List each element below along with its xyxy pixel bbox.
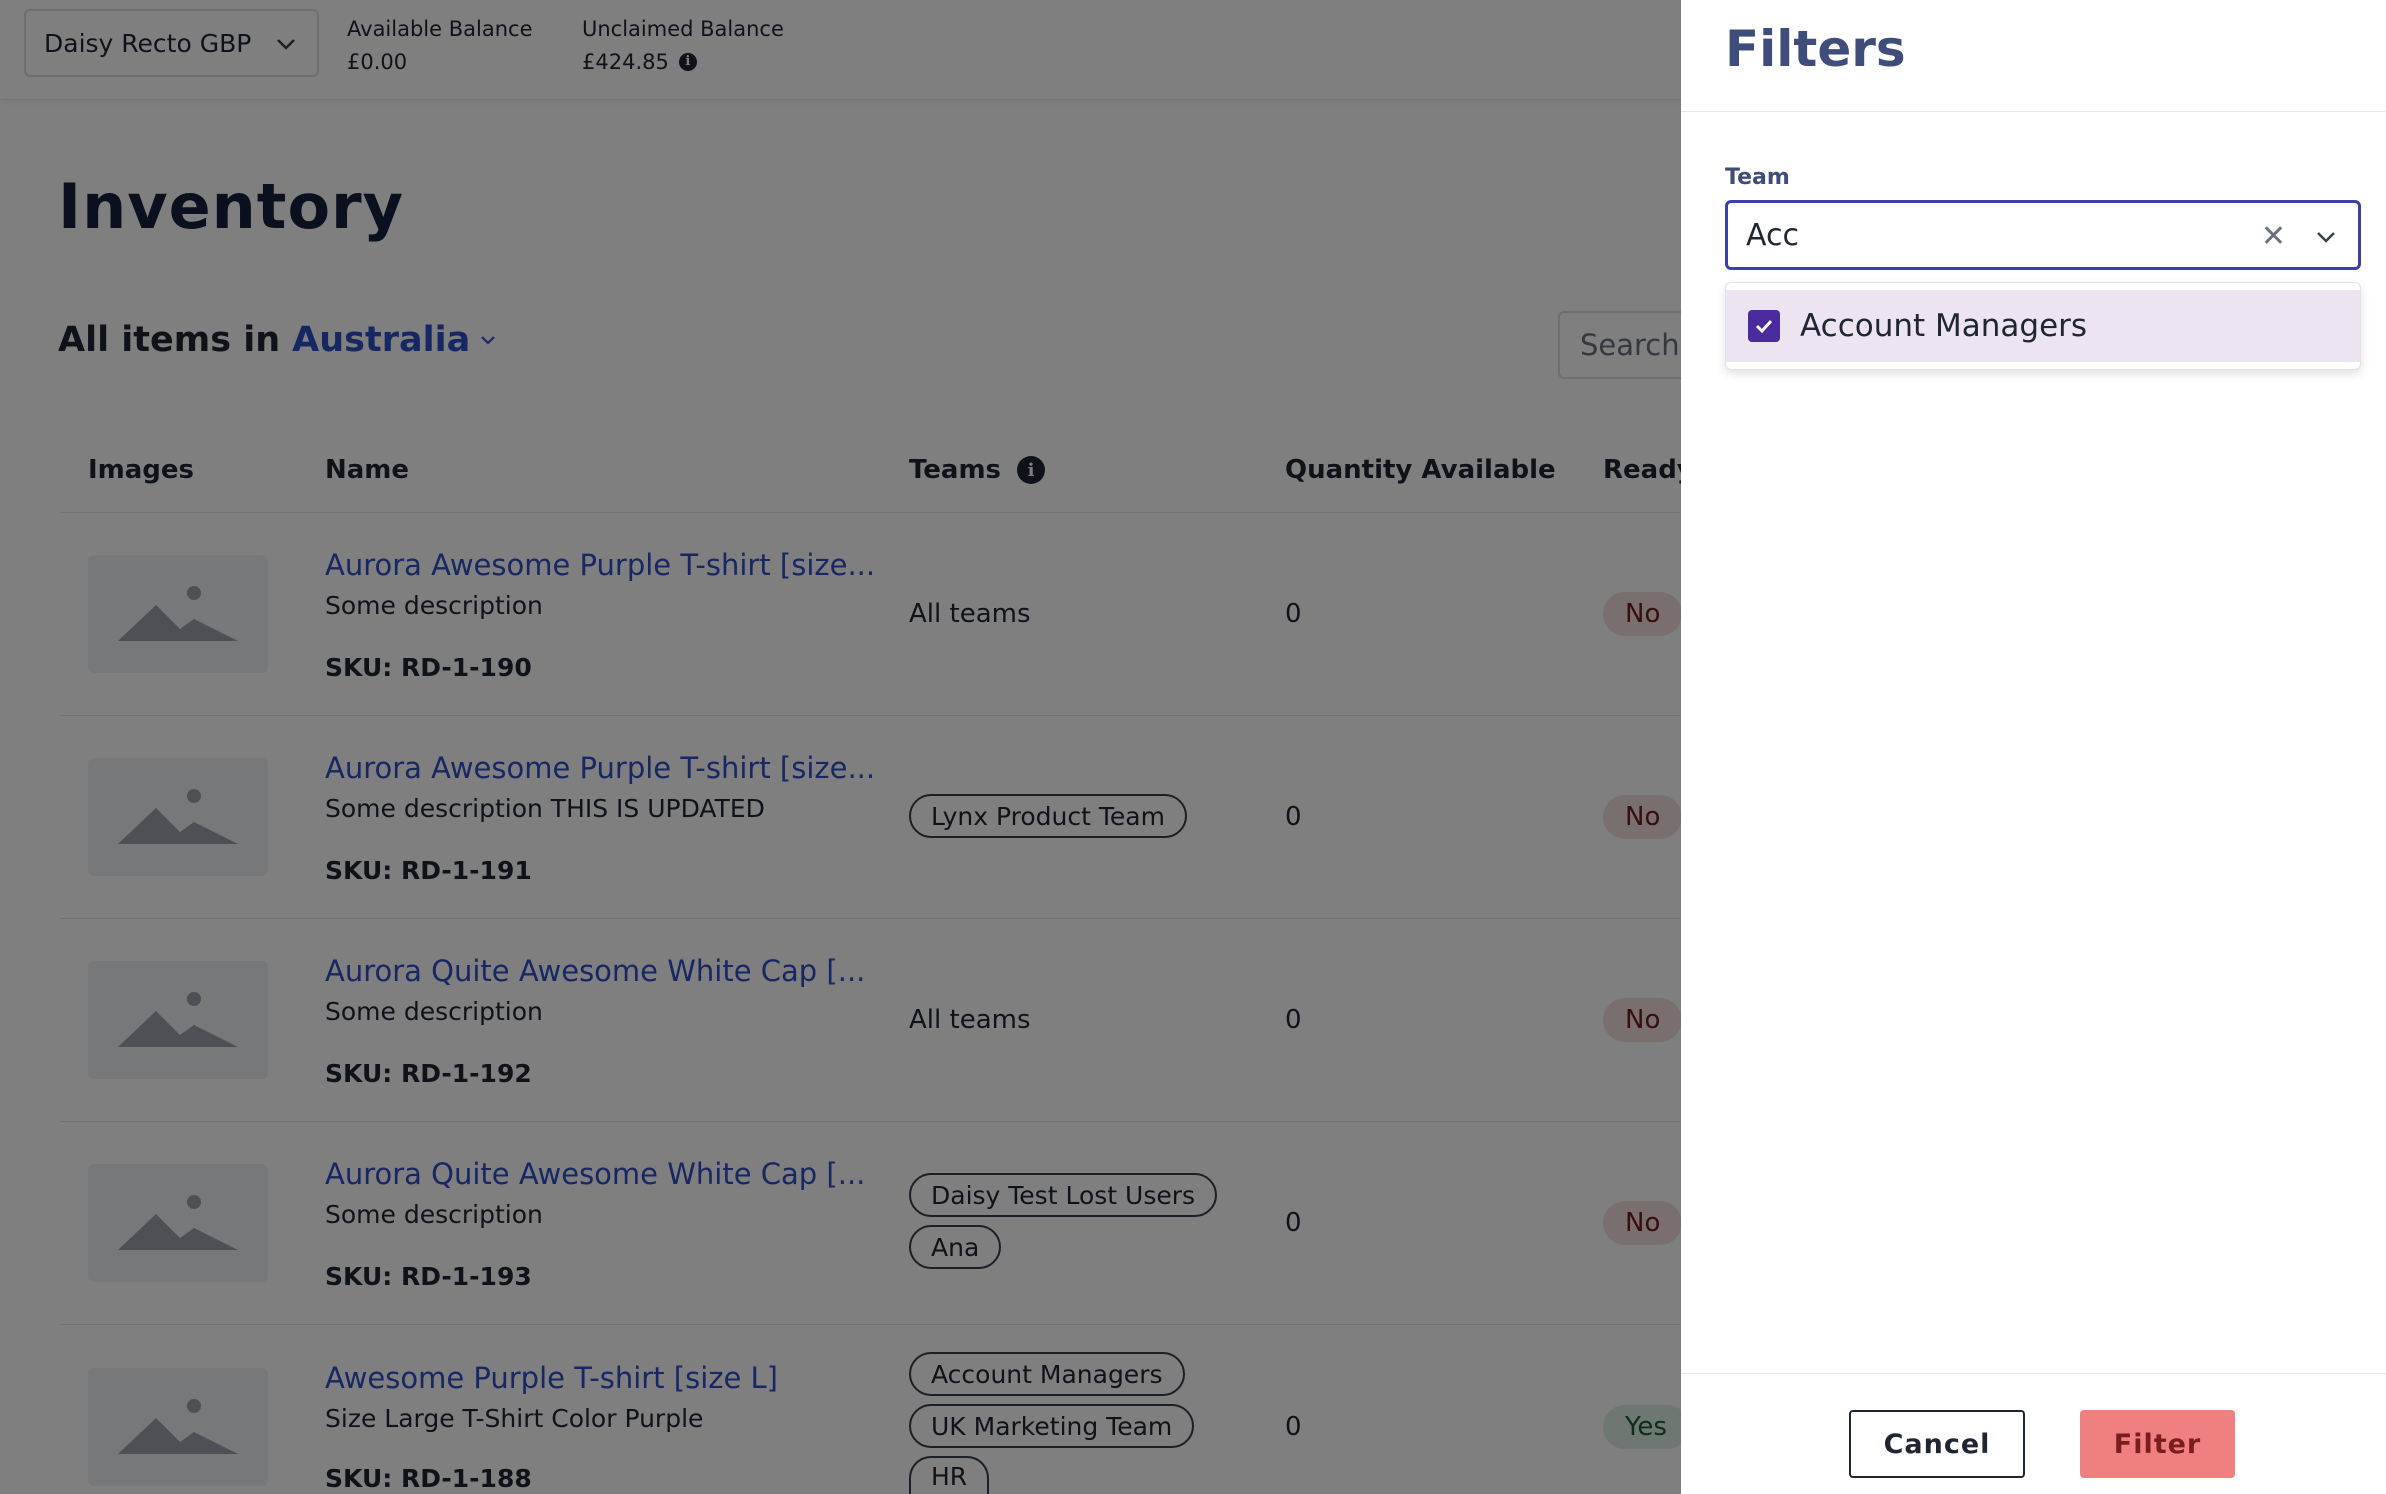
dropdown-option-label: Account Managers	[1800, 308, 2088, 344]
filter-button[interactable]: Filter	[2080, 1410, 2235, 1478]
filters-title: Filters	[1725, 20, 1906, 78]
divider	[1681, 111, 2386, 112]
team-dropdown-menu: Account Managers	[1725, 282, 2361, 370]
divider	[1681, 1373, 2386, 1374]
team-input-value: Acc	[1746, 217, 1799, 253]
team-select-input[interactable]: Acc ✕	[1725, 200, 2361, 270]
dropdown-option-account-managers[interactable]: Account Managers	[1726, 290, 2360, 362]
clear-icon[interactable]: ✕	[2261, 219, 2286, 254]
filters-panel: Filters Team Acc ✕ Account Managers Canc…	[1681, 0, 2386, 1494]
checkbox-checked-icon[interactable]	[1748, 310, 1780, 342]
team-field-label: Team	[1725, 165, 1790, 190]
chevron-down-icon[interactable]	[2314, 225, 2338, 249]
cancel-button[interactable]: Cancel	[1849, 1410, 2025, 1478]
